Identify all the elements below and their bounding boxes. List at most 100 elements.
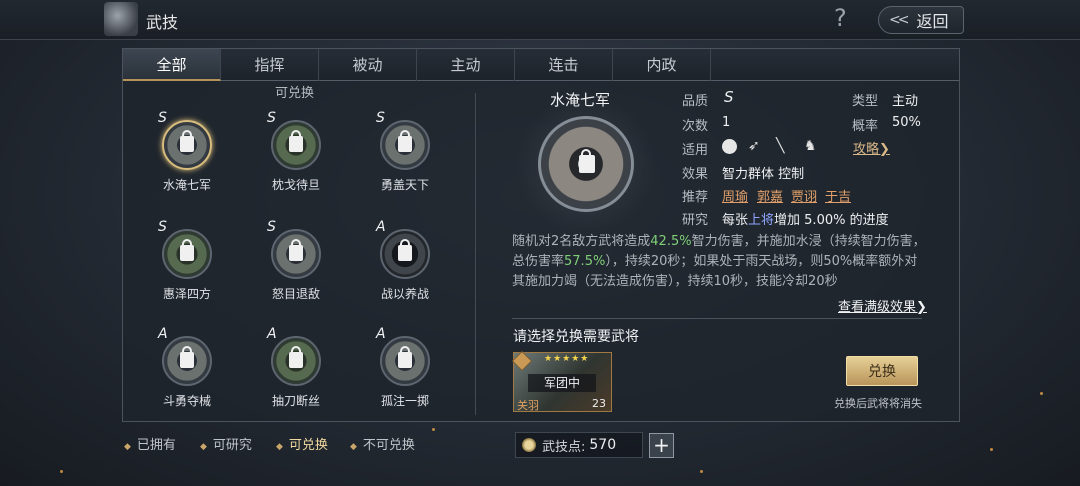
- horse-icon: ♞: [804, 138, 817, 154]
- filter-researchable[interactable]: ◆ 可研究: [200, 434, 252, 453]
- skill-name: 惠泽四方: [162, 287, 211, 301]
- tab-passive[interactable]: 被动: [319, 49, 417, 81]
- skill-item[interactable]: S 怒目退敌: [251, 219, 341, 319]
- lock-icon: [398, 239, 412, 261]
- count-value: 1: [722, 115, 731, 130]
- count-label: 次数: [682, 119, 709, 134]
- lock-icon: [579, 149, 595, 173]
- skill-water-icon: [162, 120, 212, 170]
- ember-decoration: [990, 448, 993, 451]
- skill-item[interactable]: A 孤注一掷: [360, 326, 450, 426]
- skill-name: 枕戈待旦: [271, 178, 320, 192]
- back-button[interactable]: << 返回: [878, 6, 964, 34]
- grade-badge: S: [376, 110, 385, 126]
- research-label: 研究: [682, 213, 709, 228]
- grade-badge: S: [267, 219, 276, 235]
- choose-general-label: 请选择兑换需要武将: [513, 329, 639, 345]
- view-max-effect-link[interactable]: 查看满级效果❯: [838, 296, 927, 315]
- filter-exchangeable[interactable]: ◆ 可兑换: [276, 434, 328, 453]
- skill-logo-icon: [104, 2, 138, 36]
- lock-icon: [180, 346, 194, 368]
- recommend-general-link[interactable]: 于吉: [825, 186, 851, 205]
- lock-icon: [289, 239, 303, 261]
- skill-name: 斗勇夺械: [162, 394, 211, 408]
- exchange-button[interactable]: 兑换: [846, 356, 918, 386]
- skill-item[interactable]: S 水淹七军: [142, 110, 232, 210]
- tab-combo[interactable]: 连击: [515, 49, 613, 81]
- research-highlight: 上将: [748, 213, 775, 228]
- ember-decoration: [60, 470, 63, 473]
- filter-owned[interactable]: ◆ 已拥有: [124, 434, 176, 453]
- quality-value: S: [724, 88, 734, 106]
- tab-all[interactable]: 全部: [123, 49, 221, 81]
- skill-points: 武技点: 570: [515, 432, 643, 458]
- skill-icon: [162, 229, 212, 279]
- back-label: 返回: [916, 12, 949, 31]
- grade-badge: A: [267, 326, 277, 342]
- diamond-icon: ◆: [200, 442, 207, 452]
- top-bar: 武技 ? << 返回: [0, 0, 1080, 40]
- lock-icon: [398, 130, 412, 152]
- grade-badge: A: [158, 326, 168, 342]
- lock-icon: [398, 346, 412, 368]
- lock-icon: [180, 239, 194, 261]
- water-skill-icon: [538, 116, 634, 212]
- general-level: 23: [592, 397, 606, 410]
- rate-label: 概率: [852, 119, 879, 134]
- skill-item[interactable]: A 战以养战: [360, 219, 450, 319]
- effect-label: 效果: [682, 167, 709, 182]
- skill-icon: [380, 120, 430, 170]
- skill-name: 战以养战: [380, 287, 429, 301]
- skill-icon: [271, 229, 321, 279]
- general-status: 军团中: [528, 374, 596, 392]
- list-section-title: 可兑换: [275, 86, 315, 101]
- skill-icon: [380, 229, 430, 279]
- tab-internal[interactable]: 内政: [613, 49, 711, 81]
- skill-icon: [380, 336, 430, 386]
- skill-name: 水淹七军: [162, 178, 211, 192]
- add-points-button[interactable]: +: [649, 433, 674, 458]
- cavalry-shield-icon: [722, 139, 737, 154]
- filter-label: 已拥有: [136, 438, 176, 453]
- research-value: 每张上将增加 5.00% 的进度: [722, 209, 889, 228]
- grade-badge: A: [376, 219, 386, 235]
- grade-badge: S: [267, 110, 276, 126]
- filter-not-exchangeable[interactable]: ◆ 不可兑换: [350, 434, 415, 453]
- skill-icon: [271, 336, 321, 386]
- skill-name: 勇盖天下: [380, 178, 429, 192]
- panel-divider: [475, 93, 476, 415]
- tab-active[interactable]: 主动: [417, 49, 515, 81]
- page-title: 武技: [146, 13, 179, 32]
- ember-decoration: [432, 428, 435, 431]
- desc-text: 随机对2名敌方武将造成: [512, 234, 651, 249]
- tab-bar: 全部 指挥 被动 主动 连击 内政: [123, 49, 959, 81]
- recommend-general-link[interactable]: 贾诩: [791, 186, 817, 205]
- lock-icon: [289, 130, 303, 152]
- skill-name: 孤注一掷: [380, 394, 429, 408]
- general-card[interactable]: ★★★★★ 军团中 关羽 23: [512, 351, 612, 412]
- desc-value: 42.5%: [650, 234, 692, 249]
- exchange-note: 兑换后武将将消失: [834, 397, 922, 410]
- diamond-icon: ◆: [350, 442, 357, 452]
- bow-icon: ➶: [748, 138, 760, 154]
- type-value: 主动: [892, 94, 919, 109]
- section-divider: [512, 318, 922, 319]
- skill-item[interactable]: S 惠泽四方: [142, 219, 232, 319]
- recommend-general-link[interactable]: 周瑜: [722, 186, 748, 205]
- help-icon[interactable]: ?: [834, 4, 847, 32]
- skill-item[interactable]: A 抽刀断丝: [251, 326, 341, 426]
- skill-item[interactable]: S 枕戈待旦: [251, 110, 341, 210]
- skill-name: 抽刀断丝: [271, 394, 320, 408]
- grade-badge: S: [158, 219, 167, 235]
- grade-badge: S: [158, 110, 167, 126]
- skill-item[interactable]: S 勇盖天下: [360, 110, 450, 210]
- grade-badge: A: [376, 326, 386, 342]
- recommend-general-link[interactable]: 郭嘉: [757, 186, 783, 205]
- research-prefix: 每张: [722, 213, 749, 228]
- strategy-link[interactable]: 攻略❯: [853, 138, 890, 157]
- tab-command[interactable]: 指挥: [221, 49, 319, 81]
- skill-item[interactable]: A 斗勇夺械: [142, 326, 232, 426]
- skill-icon: [162, 336, 212, 386]
- ember-decoration: [1040, 392, 1043, 395]
- quality-label: 品质: [682, 94, 709, 109]
